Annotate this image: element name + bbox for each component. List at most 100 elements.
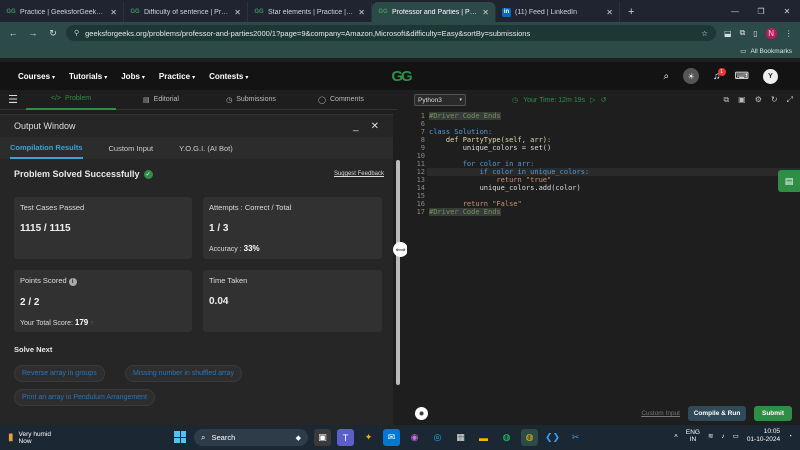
extensions-puzzle-icon[interactable]: ⧉ [740,28,746,38]
start-button-icon[interactable] [174,431,186,443]
pane-resize-handle-icon[interactable]: ⟺ [393,242,408,257]
lightbulb-icon[interactable]: ✹ [415,407,428,420]
tab-compilation-results[interactable]: Compilation Results [10,137,83,159]
close-window-icon[interactable]: ✕ [774,0,800,22]
chevron-up-icon[interactable]: ˄ [674,433,678,440]
site-info-icon[interactable]: ⚲ [74,29,79,37]
tab-comments[interactable]: ◯ Comments [296,90,386,110]
close-tab-icon[interactable]: ✕ [110,8,117,17]
chevron-down-icon: ▾ [459,97,462,103]
browser-tab-5[interactable]: in (11) Feed | LinkedIn ✕ [496,2,620,22]
user-avatar[interactable]: Y [763,68,778,84]
points-card: Points Scored i 2 / 2 Your Total Score: 1… [14,270,192,332]
code-line: for color in arr: [429,160,535,168]
maximize-icon[interactable]: ❐ [748,0,774,22]
edge-icon[interactable]: ◎ [429,429,446,446]
close-tab-icon[interactable]: ✕ [482,8,489,17]
vscode-icon[interactable]: ❮❯ [544,429,561,446]
reload-icon[interactable]: ↻ [46,28,60,39]
solve-next-chip[interactable]: Print an array in Pendulum Arrangement [14,389,155,406]
tab-editorial[interactable]: ▤ Editorial [116,90,206,110]
sidepanel-icon[interactable]: ▯ [753,29,757,38]
clock[interactable]: 10:05 01-10-2024 [747,428,780,444]
browser-tab-4[interactable]: GGProfessor and Parties | Practice✕ [372,2,496,22]
fullscreen-icon[interactable]: ⤢ [787,95,793,105]
reset-timer-icon[interactable]: ↺ [601,96,607,104]
nav-menu-jobs[interactable]: Jobs ▾ [121,72,145,81]
nav-menu-courses[interactable]: Courses ▾ [18,72,55,81]
explorer-icon[interactable]: ▬ [475,429,492,446]
code-line: unique_colors = set() [429,144,552,152]
suggest-feedback-link[interactable]: Suggest Feedback [334,171,384,177]
solved-status: Problem Solved Successfully [14,169,140,179]
all-bookmarks-link[interactable]: All Bookmarks [750,48,792,55]
window-icon[interactable]: ▣ [738,95,746,105]
browser-tab-2[interactable]: GG Difficulty of sentence | Practice ✕ [124,2,248,22]
close-tab-icon[interactable]: ✕ [234,8,241,17]
copilot-app-icon[interactable]: ✦ [360,429,377,446]
notifications-icon[interactable]: ◔ [788,433,792,440]
language-select[interactable]: Python3 ▾ [414,94,466,106]
weather-widget[interactable]: ▮ Very humid Now [0,431,120,445]
output-scrollbar[interactable] [396,160,400,385]
close-tab-icon[interactable]: ✕ [358,8,365,17]
solve-next-chip[interactable]: Missing number in shuffled array [125,365,243,382]
info-icon[interactable]: i [68,278,77,286]
chevron-down-icon: ▾ [245,74,249,81]
gfg-logo[interactable]: GG [385,67,417,85]
nav-menu-tutorials[interactable]: Tutorials ▾ [69,72,107,81]
play-icon[interactable]: ▷ [590,96,595,104]
tab-custom-input[interactable]: Custom Input [109,137,154,159]
battery-icon[interactable]: ▭ [733,432,739,440]
nav-menu-contests[interactable]: Contests ▾ [209,72,248,81]
theme-toggle-icon[interactable]: ☀ [683,68,700,84]
reset-code-icon[interactable]: ↻ [771,95,778,105]
url-field[interactable]: ⚲ geeksforgeeks.org/problems/professor-a… [66,25,716,41]
input-language[interactable]: ENG IN [686,429,700,443]
search-icon[interactable]: ⌕ [663,71,669,82]
browser-menu-icon[interactable]: ⋮ [785,29,793,38]
profile-avatar[interactable]: N [765,27,777,39]
browser-tab-1[interactable]: GGPractice | GeeksforGeeks | A co✕ [0,2,124,22]
store-icon[interactable]: ▦ [452,429,469,446]
close-tab-icon[interactable]: ✕ [606,8,613,17]
nav-menu-practice[interactable]: Practice ▾ [159,72,195,81]
hamburger-menu-icon[interactable]: ☰ [0,93,26,106]
translate-icon[interactable]: ⌨ [735,71,749,82]
new-tab-button[interactable]: + [620,2,642,22]
back-icon[interactable]: ← [6,28,20,38]
extension-icon[interactable]: ⬓ [724,29,732,38]
code-line: class Solution: [429,128,493,136]
gfg-favicon-icon: GG [254,9,264,15]
chat-icon[interactable]: ▤ [778,170,800,192]
code-editor[interactable]: 1 6 7 8 9 10 11 12 13 14 15 16 17 #Drive… [407,112,800,302]
snipping-tool-icon[interactable]: ✂ [567,429,584,446]
forward-icon[interactable]: → [26,28,40,38]
solve-next-chip[interactable]: Reverse array in groups [14,365,105,382]
bookmark-star-icon[interactable]: ☆ [701,29,708,38]
browser-tab-3[interactable]: GGStar elements | Practice | Geeks✕ [248,2,372,22]
close-panel-icon[interactable]: ✕ [371,121,379,132]
whatsapp-icon[interactable]: ◍ [498,429,515,446]
wifi-icon[interactable]: ≋ [708,432,713,440]
minimize-panel-icon[interactable]: _ [353,121,359,132]
minimize-icon[interactable]: — [722,0,748,22]
notification-bell-icon[interactable]: ♫ 1 [713,67,726,82]
tab-yogi-ai-bot[interactable]: Y.O.G.I. (AI Bot) [179,137,233,159]
teams-icon[interactable]: T [337,429,354,446]
settings-icon[interactable]: ⚙ [755,95,762,105]
code-line: #Driver Code Ends [429,208,501,216]
chevron-down-icon: ▾ [192,74,196,81]
tab-problem[interactable]: </> Problem [26,90,116,110]
submit-button[interactable]: Submit [754,406,792,421]
taskbar-search[interactable]: ⌕ Search ◆ [194,429,308,446]
tab-submissions[interactable]: ◷ Submissions [206,90,296,110]
custom-input-link[interactable]: Custom Input [641,410,680,417]
mail-icon[interactable]: ✉ [383,429,400,446]
volume-icon[interactable]: ♪ [721,433,724,440]
media-icon[interactable]: ◉ [406,429,423,446]
compile-run-button[interactable]: Compile & Run [688,406,746,421]
chrome-icon[interactable]: ◍ [521,429,538,446]
copy-icon[interactable]: ⧉ [723,95,729,105]
task-view-icon[interactable]: ▣ [314,429,331,446]
